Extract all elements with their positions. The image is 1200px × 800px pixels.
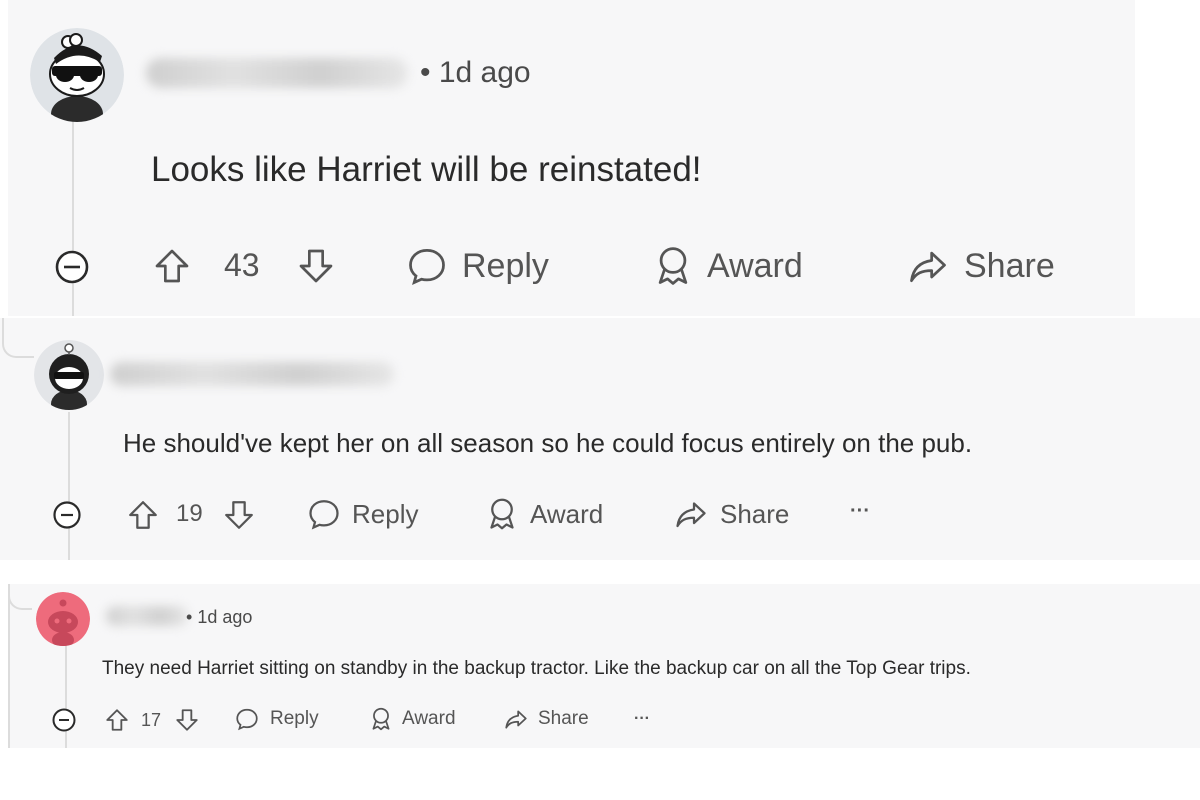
vote-count: 17 <box>141 710 162 730</box>
share-button[interactable]: Share <box>672 496 789 532</box>
timestamp: 1d ago <box>438 56 531 89</box>
reply-icon <box>236 708 258 731</box>
reply-button[interactable]: Reply <box>404 244 549 288</box>
thread-elbow <box>8 584 32 610</box>
thread-line <box>8 584 10 748</box>
vote-count: 43 <box>224 247 260 283</box>
reply-button[interactable]: Reply <box>234 706 319 732</box>
share-label: Share <box>720 498 790 529</box>
username-redacted[interactable] <box>146 58 408 88</box>
upvote-button[interactable] <box>104 707 130 733</box>
award-button[interactable]: Award <box>651 244 803 288</box>
reply-label: Reply <box>270 708 319 729</box>
comment-meta: • 1d ago <box>420 56 531 90</box>
collapse-icon <box>55 250 89 284</box>
share-icon <box>505 710 527 729</box>
comment-1: • 1d ago Looks like Harriet will be rein… <box>8 0 1135 316</box>
username-redacted[interactable] <box>110 362 394 386</box>
snoo-avatar-icon <box>36 592 90 646</box>
avatar[interactable] <box>36 592 90 646</box>
award-button[interactable]: Award <box>484 496 603 532</box>
downvote-icon <box>225 501 253 529</box>
award-label: Award <box>530 498 604 529</box>
downvote-icon <box>299 249 333 283</box>
collapse-icon <box>53 501 81 529</box>
collapse-button[interactable] <box>54 249 90 290</box>
award-icon <box>372 707 390 731</box>
more-options-button[interactable]: ··· <box>634 710 650 728</box>
reply-label: Reply <box>462 246 549 285</box>
award-button[interactable]: Award <box>368 706 456 732</box>
collapse-button[interactable] <box>52 500 82 535</box>
share-button[interactable]: Share <box>502 706 589 732</box>
award-icon <box>490 498 514 530</box>
upvote-icon <box>155 249 189 283</box>
reply-icon <box>409 249 445 285</box>
award-icon <box>658 247 688 285</box>
comment-meta: • 1d ago <box>186 607 252 628</box>
thread-elbow <box>2 318 34 358</box>
share-button[interactable]: Share <box>904 244 1055 288</box>
vote-count: 19 <box>176 500 203 527</box>
share-label: Share <box>538 708 589 729</box>
collapse-icon <box>52 708 76 732</box>
reply-button[interactable]: Reply <box>306 496 418 532</box>
collapse-button[interactable] <box>51 707 77 738</box>
reply-label: Reply <box>352 498 419 529</box>
username-redacted[interactable] <box>106 606 188 626</box>
snoo-avatar-icon <box>30 28 124 122</box>
timestamp: 1d ago <box>197 607 253 627</box>
upvote-button[interactable] <box>152 246 192 286</box>
avatar[interactable] <box>34 340 104 410</box>
downvote-button[interactable] <box>296 246 336 286</box>
share-label: Share <box>964 246 1055 285</box>
upvote-button[interactable] <box>126 498 160 532</box>
thread-line <box>68 412 70 560</box>
award-label: Award <box>402 708 456 729</box>
downvote-button[interactable] <box>222 498 256 532</box>
upvote-icon <box>129 501 157 529</box>
downvote-icon <box>176 709 198 731</box>
comment-text: They need Harriet sitting on standby in … <box>102 658 971 679</box>
reply-icon <box>309 500 339 530</box>
comment-text: He should've kept her on all season so h… <box>123 428 973 458</box>
downvote-button[interactable] <box>174 707 200 733</box>
share-icon <box>910 251 946 283</box>
snoo-avatar-icon <box>34 340 104 410</box>
award-label: Award <box>707 246 803 285</box>
avatar[interactable] <box>30 28 124 122</box>
separator-dot: • <box>186 607 198 627</box>
upvote-icon <box>106 709 128 731</box>
share-icon <box>676 502 706 528</box>
separator-dot: • <box>420 56 439 89</box>
comment-text: Looks like Harriet will be reinstated! <box>151 150 702 189</box>
comment-3: • 1d ago They need Harriet sitting on st… <box>8 584 1200 748</box>
comment-2: He should've kept her on all season so h… <box>0 318 1200 560</box>
more-options-button[interactable]: ··· <box>850 500 870 523</box>
